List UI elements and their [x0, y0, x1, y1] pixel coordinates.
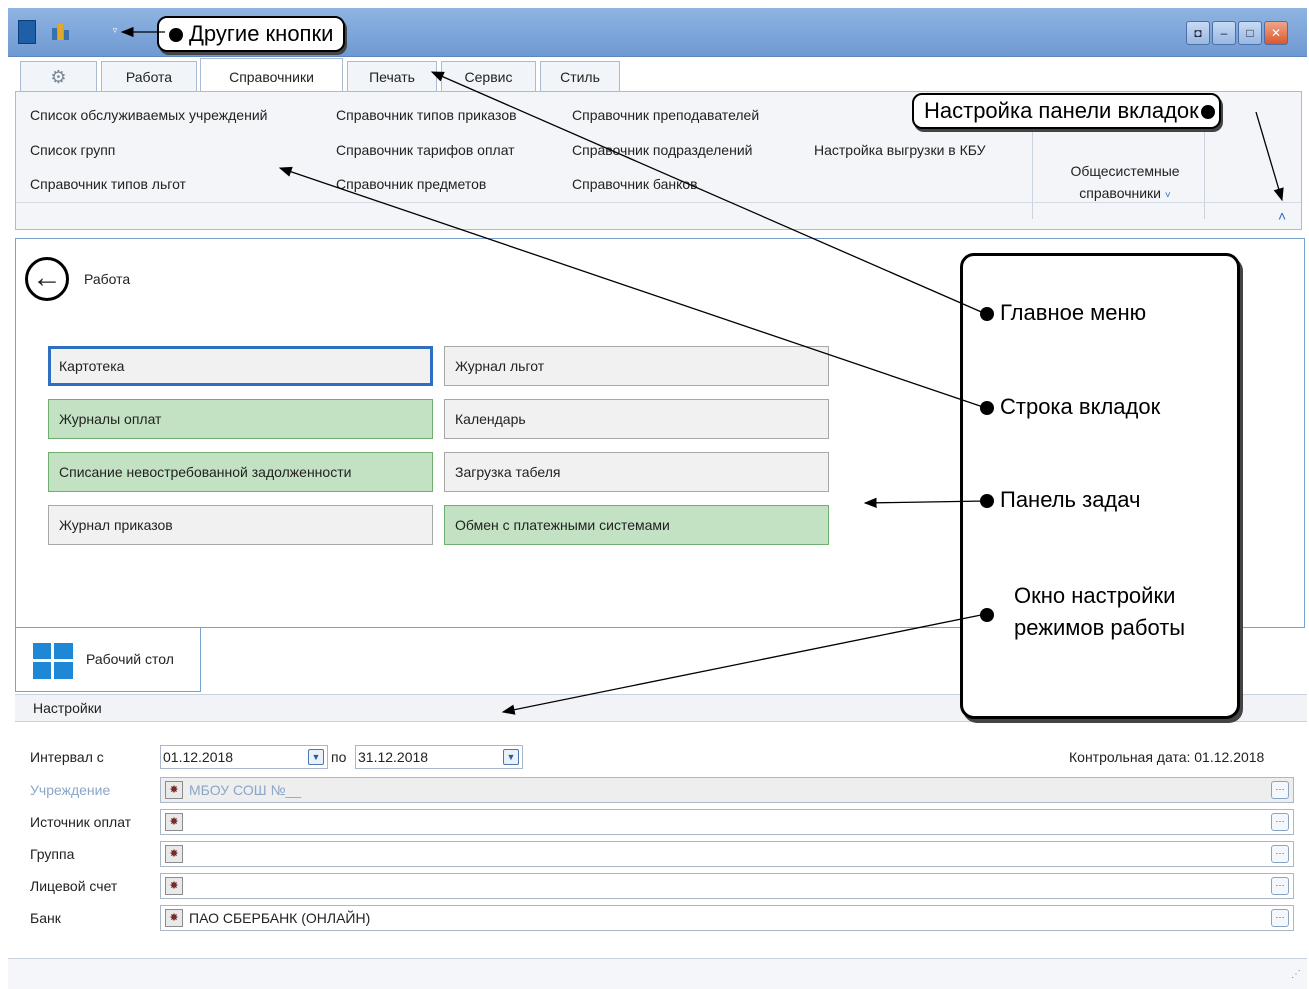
arrow-main-menu — [430, 71, 987, 315]
arrow-mode-window — [501, 613, 987, 715]
arrow-tabs-panel-setup — [1255, 111, 1284, 202]
annotation-arrows — [120, 26, 1284, 715]
arrow-tab-row — [278, 166, 987, 409]
arrow-task-panel — [863, 497, 987, 509]
